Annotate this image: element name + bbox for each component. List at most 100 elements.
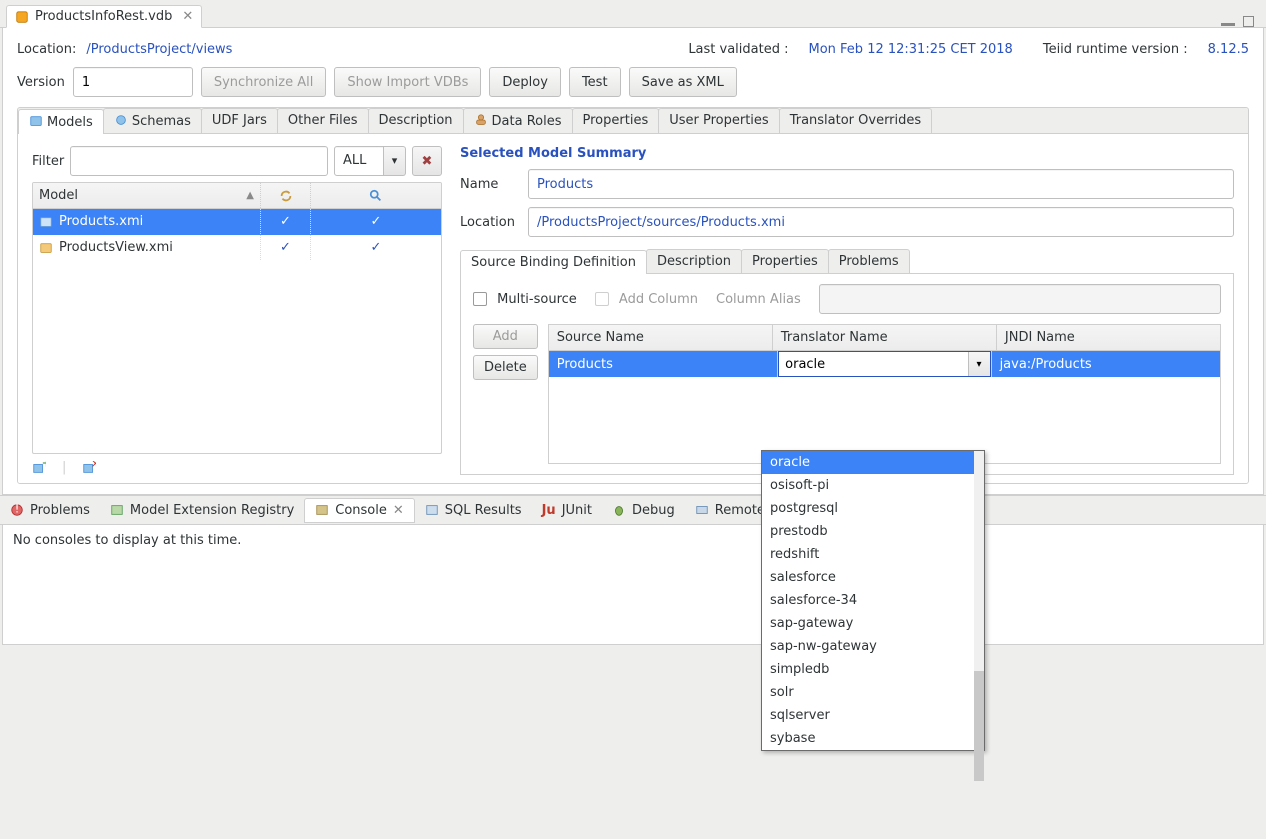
column-visible-header[interactable] [311,183,441,208]
model-table: Model ▲ Products.xmi✓✓ProductsView.xmi✓✓ [32,182,442,454]
view-junit[interactable]: Ju JUnit [532,499,602,522]
jndi-name-cell: java:/Products [992,351,1220,377]
console-empty-message: No consoles to display at this time. [13,533,241,548]
filter-input[interactable] [70,146,328,176]
save-as-xml-button[interactable]: Save as XML [629,67,737,97]
multisource-checkbox[interactable]: Multi-source [473,292,577,307]
model-header[interactable]: Model ▲ [33,183,261,208]
sync-check[interactable]: ✓ [261,209,311,234]
dropdown-option[interactable]: sap-gateway [762,612,984,635]
dropdown-option[interactable]: solr [762,681,984,704]
model-header-label: Model [39,188,78,203]
add-source-button[interactable]: Add [473,324,538,349]
models-icon [29,114,43,128]
version-input[interactable] [73,67,193,97]
dropdown-option[interactable]: postgresql [762,497,984,520]
subtab-label: Source Binding Definition [471,255,636,270]
subtab-properties[interactable]: Properties [741,249,829,273]
view-label: Debug [632,503,675,518]
column-sync-header[interactable] [261,183,311,208]
view-problems[interactable]: ! Problems [0,499,100,522]
view-model-ext[interactable]: Model Extension Registry [100,499,304,522]
deploy-button[interactable]: Deploy [489,67,561,97]
header-label: Translator Name [781,330,888,345]
dropdown-option[interactable]: salesforce [762,566,984,589]
dropdown-option[interactable]: simpledb [762,658,984,681]
test-button[interactable]: Test [569,67,621,97]
runtime-label: Teiid runtime version : [1043,42,1188,57]
console-icon [315,503,329,517]
runtime-value: 8.12.5 [1208,42,1249,57]
subtab-problems[interactable]: Problems [828,249,910,273]
sync-check[interactable]: ✓ [261,235,311,260]
tab-properties[interactable]: Properties [572,108,660,133]
chevron-down-icon[interactable]: ▾ [968,352,990,376]
model-row[interactable]: Products.xmi✓✓ [33,209,441,235]
version-label: Version [17,75,65,90]
tab-description[interactable]: Description [368,108,464,133]
close-icon[interactable]: ✕ [182,9,193,24]
dropdown-option[interactable]: sap-nw-gateway [762,635,984,658]
visible-check[interactable]: ✓ [311,235,441,260]
tab-data-roles[interactable]: Data Roles [463,108,573,133]
dropdown-option[interactable]: salesforce-34 [762,589,984,612]
dropdown-option[interactable]: osisoft-pi [762,474,984,497]
source-row[interactable]: Products ▾ java:/Products [549,351,1220,377]
view-label: Model Extension Registry [130,503,294,518]
subtab-description[interactable]: Description [646,249,742,273]
translator-name-header[interactable]: Translator Name [773,325,997,350]
editor-area: Location: /ProductsProject/views Last va… [2,28,1264,495]
maximize-icon[interactable] [1243,16,1254,27]
view-sql-results[interactable]: SQL Results [415,499,532,522]
svg-text:×: × [91,461,96,470]
svg-text:+: + [42,461,46,469]
source-name-header[interactable]: Source Name [549,325,773,350]
synchronize-all-button[interactable]: Synchronize All [201,67,327,97]
add-model-icon[interactable]: + [32,461,46,475]
roles-icon [474,113,488,127]
close-icon[interactable]: ✕ [393,503,404,518]
main-panel: Models Schemas UDF Jars Other Files Desc… [17,107,1249,484]
dropdown-option[interactable]: sqlserver [762,704,984,727]
dropdown-option[interactable]: sybase [762,727,984,750]
view-console[interactable]: Console ✕ [304,498,415,523]
translator-cell[interactable]: ▾ [778,351,991,377]
close-icon: ✖ [422,154,433,169]
tab-models[interactable]: Models [18,109,104,134]
addcolumn-checkbox: Add Column [595,292,698,307]
tab-label: Translator Overrides [790,113,921,128]
delete-source-button[interactable]: Delete [473,355,538,380]
tab-translator-overrides[interactable]: Translator Overrides [779,108,932,133]
last-validated-label: Last validated : [688,42,788,57]
filter-type-combo[interactable]: ALL ▾ [334,146,406,176]
minimize-icon[interactable] [1221,23,1235,26]
name-field[interactable] [528,169,1234,199]
view-debug[interactable]: Debug [602,499,685,522]
visible-check[interactable]: ✓ [311,209,441,234]
tab-other-files[interactable]: Other Files [277,108,369,133]
tab-label: Properties [583,113,649,128]
remove-model-icon[interactable]: × [82,461,96,475]
tab-label: User Properties [669,113,768,128]
chevron-down-icon[interactable]: ▾ [384,146,406,176]
dropdown-option[interactable]: oracle [762,451,984,474]
subtab-source-binding[interactable]: Source Binding Definition [460,250,647,274]
model-row[interactable]: ProductsView.xmi✓✓ [33,235,441,261]
jndi-name-header[interactable]: JNDI Name [997,325,1220,350]
location-label: Location: [17,42,76,57]
tab-user-properties[interactable]: User Properties [658,108,779,133]
clear-filter-button[interactable]: ✖ [412,146,442,176]
tab-udf-jars[interactable]: UDF Jars [201,108,278,133]
location-label: Location [460,215,516,230]
tab-schemas[interactable]: Schemas [103,108,202,133]
summary-subtabs: Source Binding Definition Description Pr… [460,249,1234,274]
dropdown-option[interactable]: prestodb [762,520,984,543]
model-icon [39,241,53,255]
translator-input[interactable] [779,352,967,376]
vdb-icon [15,10,29,24]
location-field[interactable] [528,207,1234,237]
show-import-vdbs-button[interactable]: Show Import VDBs [334,67,481,97]
document-tab[interactable]: ProductsInfoRest.vdb ✕ [6,5,202,28]
translator-dropdown[interactable]: oracleosisoft-pipostgresqlprestodbredshi… [761,450,985,751]
dropdown-option[interactable]: redshift [762,543,984,566]
